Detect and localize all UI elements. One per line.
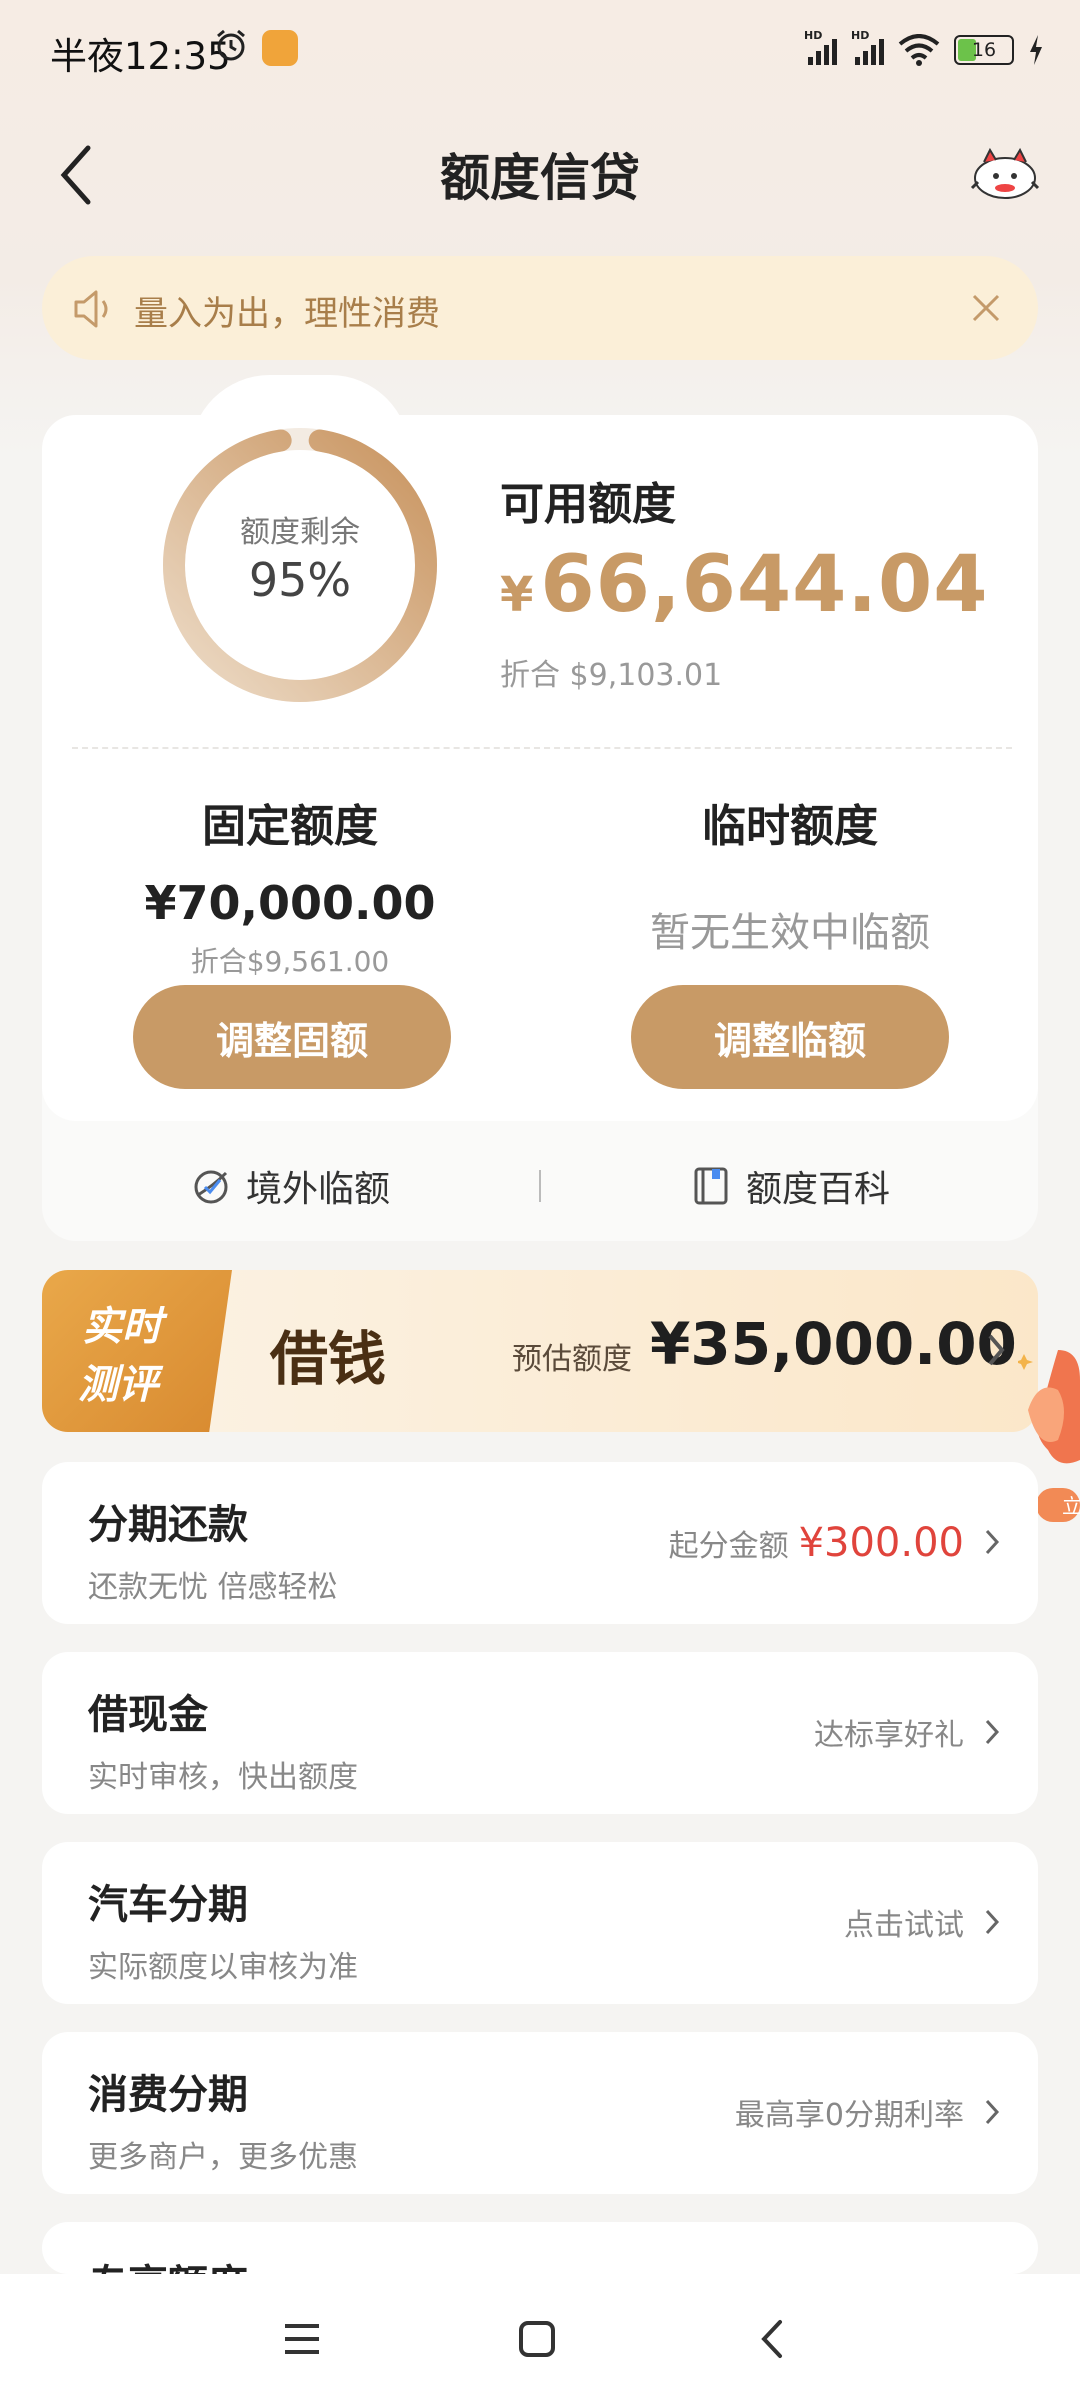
list-item-right: 起分金额 ¥300.00 xyxy=(669,1520,964,1566)
overseas-quota-icon xyxy=(194,1170,228,1204)
list-item-title: 借现金 xyxy=(88,1692,208,1738)
list-item-subtitle: 实时审核，快出额度 xyxy=(88,1760,358,1795)
overseas-quota-label: 境外临额 xyxy=(246,1169,391,1210)
chevron-right-icon xyxy=(985,1909,1000,1935)
encyclopedia-book-icon xyxy=(694,1167,728,1205)
system-navigation-bar xyxy=(0,2274,1080,2400)
exclusive-quota-item[interactable]: 专享额度 xyxy=(42,2222,1038,2274)
borrow-money-banner[interactable]: 实时 测评 借钱 预估额度 ¥35,000.00 xyxy=(42,1270,1038,1432)
chevron-right-icon xyxy=(985,2099,1000,2125)
app-notification-icon xyxy=(262,30,298,66)
temp-quota-empty: 暂无生效中临额 xyxy=(650,910,930,956)
list-item-title: 汽车分期 xyxy=(88,1882,248,1928)
available-amount-value: 66,644.04 xyxy=(540,540,989,630)
notice-text: 量入为出，理性消费 xyxy=(134,294,440,334)
signal-icon: HD xyxy=(804,29,837,65)
status-time: 半夜12:35 xyxy=(50,35,231,78)
menu-icon[interactable] xyxy=(277,2314,327,2364)
estimate-label: 预估额度 xyxy=(512,1342,632,1377)
battery-icon: 16 xyxy=(954,35,1014,65)
chevron-right-icon xyxy=(988,1334,1005,1366)
speaker-icon xyxy=(74,290,108,328)
tag-line1: 实时 xyxy=(82,1304,162,1350)
currency-symbol: ¥ xyxy=(500,567,535,623)
min-amount-label: 起分金额 xyxy=(668,1529,789,1564)
temp-quota-title: 临时额度 xyxy=(702,801,878,852)
list-item-right: 点击试试 xyxy=(844,1908,964,1943)
list-item-subtitle: 实际额度以审核为准 xyxy=(88,1950,358,1985)
installment-repayment-item[interactable]: 分期还款 还款无忧 倍感轻松 起分金额 ¥300.00 xyxy=(42,1462,1038,1624)
dashed-divider xyxy=(72,747,1012,749)
available-quota-converted: 折合 $9,103.01 xyxy=(500,658,723,693)
fixed-quota-amount: ¥70,000.00 xyxy=(144,876,436,930)
list-item-title: 专享额度 xyxy=(88,2252,248,2274)
wifi-icon xyxy=(898,34,940,66)
page-title: 额度信贷 xyxy=(440,149,640,207)
available-quota-amount: ¥66,644.04 xyxy=(500,540,989,630)
fixed-quota-converted: 折合$9,561.00 xyxy=(190,945,390,978)
float-badge-text: 立 xyxy=(1062,1494,1080,1518)
consumer-installment-item[interactable]: 消费分期 更多商户，更多优惠 最高享0分期利率 xyxy=(42,2032,1038,2194)
available-quota-label: 可用额度 xyxy=(500,479,676,530)
alarm-clock-icon xyxy=(217,29,245,61)
adjust-temp-quota-button[interactable]: 调整临额 xyxy=(631,985,949,1089)
fixed-quota-section: 固定额度 ¥70,000.00 折合$9,561.00 xyxy=(90,790,490,980)
signal-icon-2: HD xyxy=(851,29,884,65)
chevron-right-icon xyxy=(985,1719,1000,1745)
list-item-right: 最高享0分期利率 xyxy=(734,2098,964,2133)
list-item-subtitle: 更多商户，更多优惠 xyxy=(88,2140,358,2175)
car-installment-item[interactable]: 汽车分期 实际额度以审核为准 点击试试 xyxy=(42,1842,1038,2004)
mascot-service-icon[interactable] xyxy=(970,142,1040,202)
quota-encyclopedia-link[interactable]: 额度百科 xyxy=(690,1160,890,1212)
borrow-cash-item[interactable]: 借现金 实时审核，快出额度 达标享好礼 xyxy=(42,1652,1038,1814)
ring-label: 额度剩余 xyxy=(240,515,360,550)
notice-banner: 量入为出，理性消费 xyxy=(42,256,1038,360)
list-item-title: 消费分期 xyxy=(88,2072,248,2118)
quota-encyclopedia-label: 额度百科 xyxy=(746,1169,891,1210)
fixed-quota-title: 固定额度 xyxy=(202,801,378,852)
status-bar: 半夜12:35 HD HD 16 xyxy=(0,0,1080,100)
estimate-amount: ¥35,000.00 xyxy=(650,1310,1017,1378)
home-square-icon[interactable] xyxy=(512,2314,562,2364)
chevron-right-icon xyxy=(985,1529,1000,1555)
overseas-quota-link[interactable]: 境外临额 xyxy=(190,1160,390,1212)
charging-bolt-icon xyxy=(1030,35,1042,65)
realtime-evaluation-tag: 实时 测评 xyxy=(42,1270,232,1432)
borrow-title: 借钱 xyxy=(270,1325,387,1393)
close-icon[interactable] xyxy=(966,288,1006,328)
min-amount-value: ¥300.00 xyxy=(798,1520,964,1566)
status-icons: HD HD 16 xyxy=(804,29,1044,70)
remaining-quota-ring: 额度剩余 95% xyxy=(160,425,440,705)
back-triangle-icon[interactable] xyxy=(748,2314,798,2364)
ring-percent: 95% xyxy=(248,553,352,607)
temp-quota-section: 临时额度 暂无生效中临额 xyxy=(590,790,990,958)
list-item-subtitle: 还款无忧 倍感轻松 xyxy=(88,1570,338,1605)
list-item-title: 分期还款 xyxy=(88,1502,248,1548)
quota-links-bar: 境外临额 额度百科 xyxy=(42,1130,1038,1240)
list-item-right: 达标享好礼 xyxy=(814,1718,964,1753)
tag-line2: 测评 xyxy=(78,1362,158,1408)
adjust-fixed-quota-button[interactable]: 调整固额 xyxy=(133,985,451,1089)
links-separator xyxy=(539,1170,541,1202)
